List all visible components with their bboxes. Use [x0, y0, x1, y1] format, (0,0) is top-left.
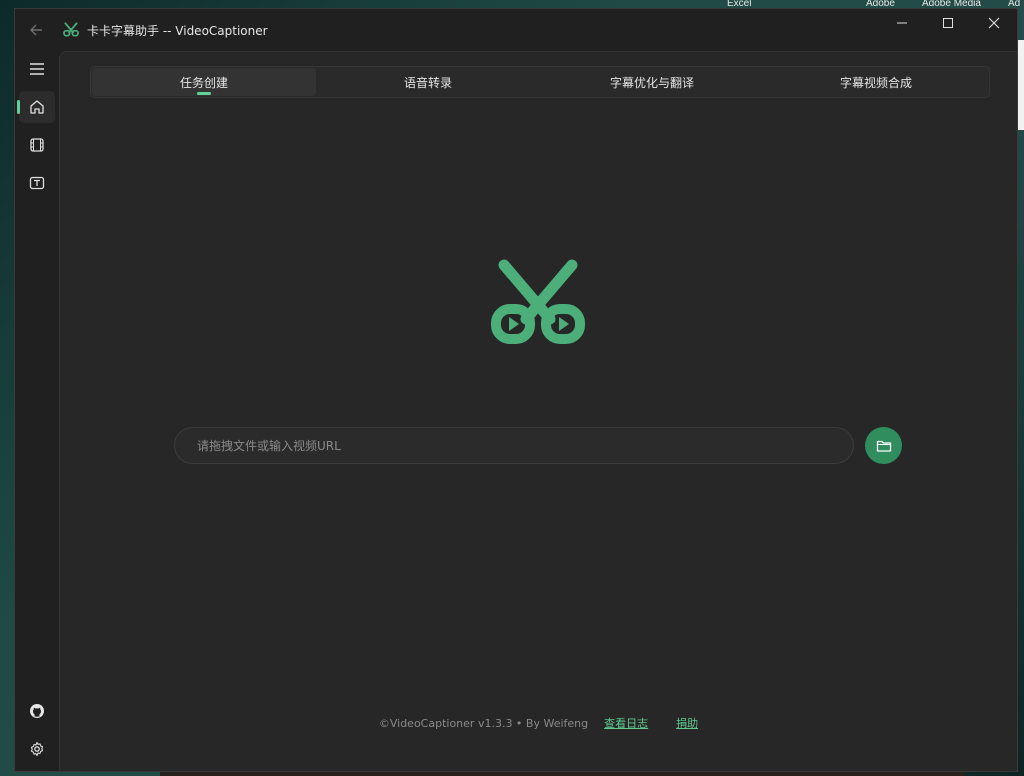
url-input[interactable]	[174, 427, 854, 464]
donate-link[interactable]: 捐助	[676, 715, 698, 731]
film-icon	[30, 138, 44, 152]
footer-copyright: ©VideoCaptioner v1.3.3 • By Weifeng	[378, 716, 589, 730]
sidebar-menu-toggle[interactable]	[19, 53, 55, 85]
minimize-button[interactable]	[879, 9, 925, 37]
back-button[interactable]	[27, 21, 45, 39]
github-icon	[30, 704, 44, 718]
sidebar-item-home[interactable]	[17, 91, 55, 123]
view-log-link[interactable]: 查看日志	[604, 715, 648, 731]
maximize-button[interactable]	[925, 9, 971, 37]
sidebar	[15, 51, 59, 771]
app-window: 卡卡字幕助手 -- VideoCaptioner 任务创建 语音转录 字幕优化与…	[14, 8, 1018, 772]
maximize-icon	[943, 18, 953, 28]
window-title: 卡卡字幕助手 -- VideoCaptioner	[87, 23, 268, 38]
folder-icon	[876, 440, 891, 452]
sidebar-item-subtitle[interactable]	[19, 167, 55, 199]
tab-transcription[interactable]: 语音转录	[316, 68, 540, 96]
window-controls	[879, 9, 1017, 37]
main-content: 任务创建 语音转录 字幕优化与翻译 字幕视频合成 ©VideoCaptioner…	[59, 51, 1017, 771]
subtitle-icon	[29, 176, 45, 190]
arrow-left-icon	[30, 24, 42, 36]
close-icon	[988, 17, 1000, 29]
footer: ©VideoCaptioner v1.3.3 • By Weifeng 查看日志…	[60, 715, 1017, 731]
menu-icon	[30, 63, 44, 75]
tab-task-create[interactable]: 任务创建	[92, 68, 316, 96]
sidebar-item-video[interactable]	[19, 129, 55, 161]
minimize-icon	[897, 22, 907, 24]
tab-subtitle-optimize[interactable]: 字幕优化与翻译	[540, 68, 764, 96]
tab-bar: 任务创建 语音转录 字幕优化与翻译 字幕视频合成	[90, 66, 990, 98]
title-bar: 卡卡字幕助手 -- VideoCaptioner	[15, 9, 1017, 51]
app-logo-icon	[63, 22, 79, 37]
tab-video-synthesis[interactable]: 字幕视频合成	[764, 68, 988, 96]
sidebar-item-settings[interactable]	[19, 733, 55, 765]
gear-icon	[30, 741, 44, 757]
app-logo-large-icon	[491, 259, 585, 344]
close-button[interactable]	[971, 9, 1017, 37]
sidebar-item-github[interactable]	[19, 695, 55, 727]
browse-folder-button[interactable]	[865, 427, 902, 464]
home-icon	[30, 100, 44, 114]
